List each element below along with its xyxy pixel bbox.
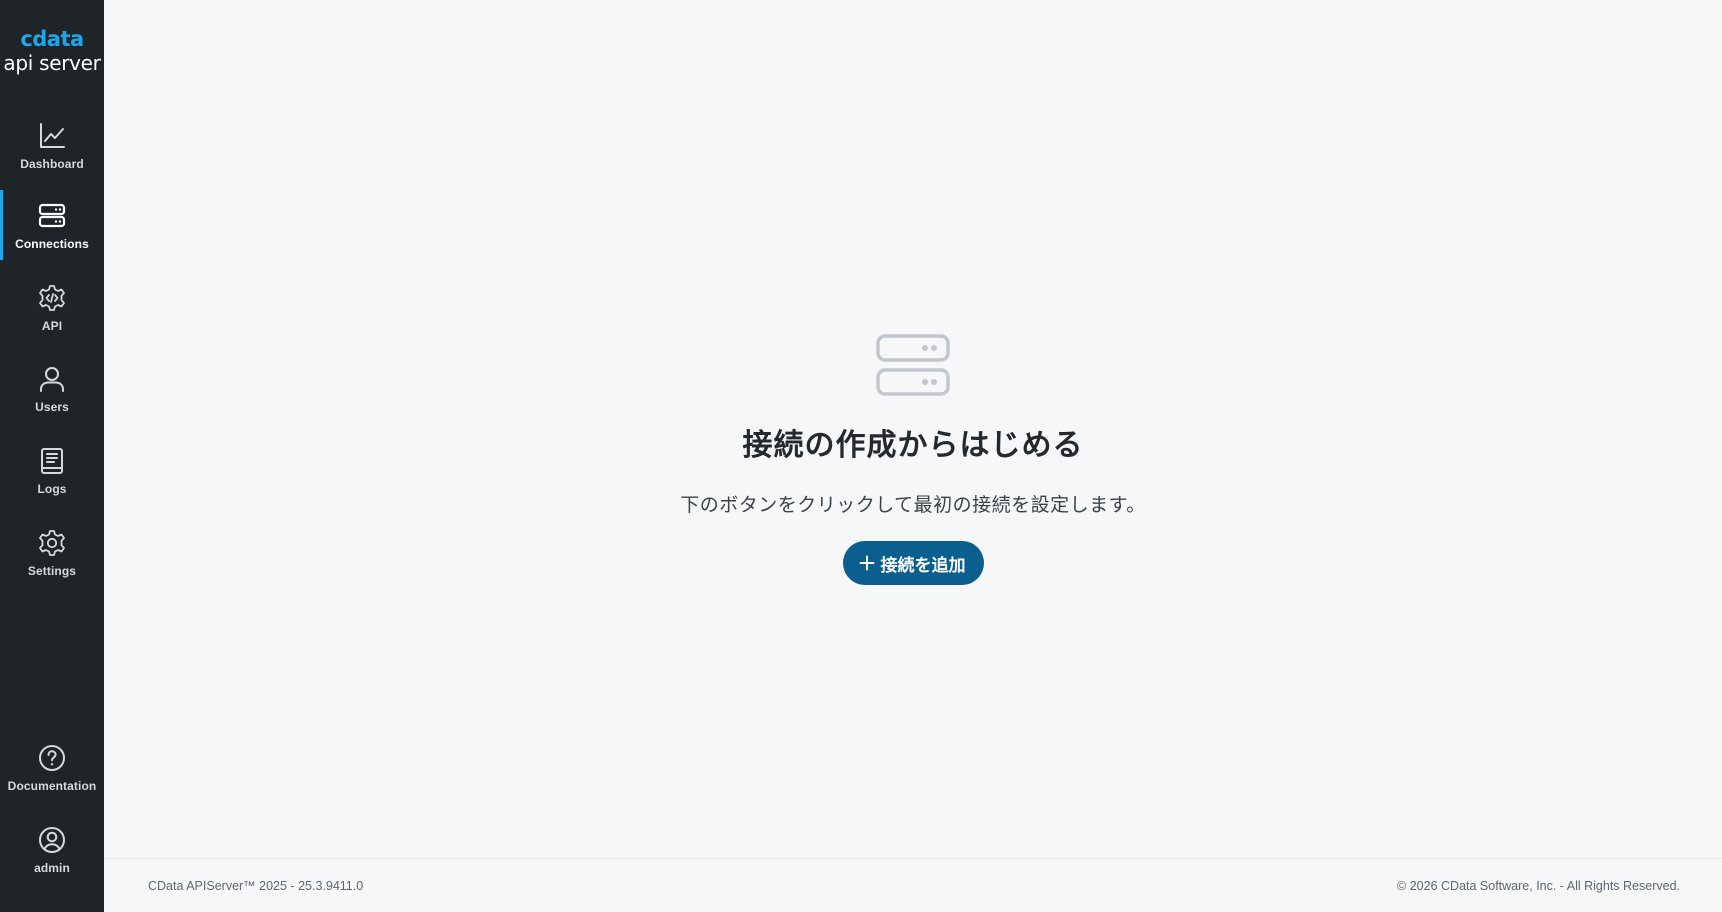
- server-icon: [38, 203, 66, 228]
- sidebar-item-admin[interactable]: admin: [0, 814, 104, 884]
- book-icon: [41, 448, 63, 474]
- sidebar-item-logs[interactable]: Logs: [0, 435, 104, 505]
- empty-state-description: 下のボタンをクリックして最初の接続を設定します。: [680, 495, 1146, 516]
- user-circle-icon: [39, 827, 65, 853]
- sidebar-item-label: Logs: [37, 482, 67, 496]
- add-connection-label: 接続を追加: [880, 555, 966, 575]
- sidebar-item-label: Dashboard: [20, 157, 84, 171]
- empty-state-title: 接続の作成からはじめる: [742, 429, 1084, 462]
- plus-icon: [859, 555, 874, 571]
- copyright-text: © 2026 CData Software, Inc. - All Rights…: [1397, 879, 1680, 893]
- sidebar-item-label: Connections: [15, 237, 89, 251]
- empty-state: 接続の作成からはじめる 下のボタンをクリックして最初の接続を設定します。 接続を…: [104, 330, 1722, 585]
- sidebar-item-label: Settings: [27, 564, 77, 578]
- footer: CData APIServer™ 2025 - 25.3.9411.0 © 20…: [104, 858, 1722, 912]
- version-text: CData APIServer™ 2025 - 25.3.9411.0: [148, 879, 364, 893]
- gear-code-icon: [39, 285, 65, 311]
- sidebar-item-documentation[interactable]: Documentation: [0, 732, 104, 802]
- sidebar-item-dashboard[interactable]: Dashboard: [0, 110, 104, 180]
- logo-product: api server: [3, 51, 101, 75]
- sidebar-item-api[interactable]: API: [0, 272, 104, 342]
- help-circle-icon: [39, 745, 65, 771]
- sidebar-item-label: Documentation: [7, 779, 97, 793]
- user-icon: [40, 367, 64, 392]
- logo-brand: cdata: [20, 27, 84, 51]
- sidebar-item-label: Users: [35, 400, 69, 414]
- sidebar-item-users[interactable]: Users: [0, 353, 104, 423]
- chart-line-icon: [40, 123, 65, 148]
- sidebar-item-label: API: [41, 319, 63, 333]
- sidebar-item-connections[interactable]: Connections: [0, 190, 104, 260]
- gear-icon: [39, 530, 65, 556]
- main-content: 接続の作成からはじめる 下のボタンをクリックして最初の接続を設定します。 接続を…: [104, 0, 1722, 858]
- add-connection-button[interactable]: 接続を追加: [842, 541, 984, 585]
- sidebar-item-label: admin: [34, 861, 70, 875]
- sidebar-item-settings[interactable]: Settings: [0, 517, 104, 587]
- server-icon: [876, 334, 950, 396]
- app-logo[interactable]: cdata api server: [0, 26, 104, 74]
- sidebar: cdata api server Dashboard Connections A…: [0, 0, 104, 912]
